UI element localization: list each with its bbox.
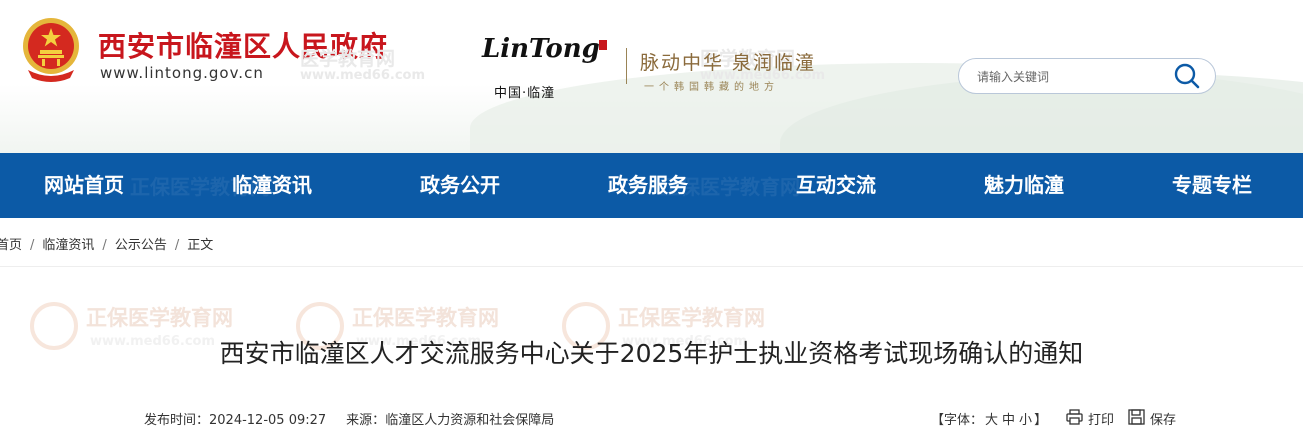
site-header: 西安市临潼区人民政府 www.lintong.gov.cn 医学教育网 www.…: [0, 0, 1303, 153]
breadcrumb-news[interactable]: 临潼资讯: [42, 238, 94, 253]
seal-icon: [599, 40, 607, 50]
watermark-name: 医学教育网: [394, 306, 499, 330]
search-input[interactable]: [975, 65, 1159, 89]
publish-time: 2024-12-05 09:27: [209, 413, 327, 428]
font-size-small[interactable]: 小: [1019, 413, 1032, 428]
search-icon[interactable]: [1173, 63, 1201, 89]
watermark-brand: 正保: [86, 306, 128, 330]
nav-item-gov-services[interactable]: 政务服务: [568, 153, 728, 218]
publish-time-label: 发布时间：: [144, 413, 210, 428]
print-label: 打印: [1088, 413, 1115, 428]
printer-icon: [1066, 409, 1083, 425]
breadcrumb-separator: /: [174, 238, 180, 253]
search-box: [958, 58, 1216, 94]
watermark-brand: 正保: [352, 306, 394, 330]
save-icon: [1128, 409, 1145, 425]
brand-divider: [626, 48, 627, 84]
font-size-medium[interactable]: 中: [1002, 413, 1015, 428]
breadcrumb-separator: /: [30, 238, 35, 253]
divider: [0, 266, 1303, 267]
slogan: 脉动中华 泉润临潼: [640, 52, 817, 74]
font-size-large[interactable]: 大: [985, 413, 998, 428]
source: 临潼区人力资源和社会保障局: [385, 413, 555, 428]
brand-subtitle: 中国·临潼: [494, 86, 556, 101]
breadcrumb: 首页 / 临潼资讯 / 公示公告 / 正文: [0, 234, 213, 253]
lintong-brand-logo: LinTong 中国·临潼: [478, 30, 618, 106]
font-size-controls: 【字体：大中小】: [931, 409, 1047, 428]
breadcrumb-home[interactable]: 首页: [0, 238, 22, 253]
nav-item-special-topics[interactable]: 专题专栏: [1132, 153, 1292, 218]
article-title: 西安市临潼区人才交流服务中心关于2025年护士执业资格考试现场确认的通知: [219, 339, 1084, 368]
watermark-text: 医学教育网: [300, 48, 396, 70]
main-nav: 正保医学教育网 正保医学教育网 网站首页 临潼资讯 政务公开 政务服务 互动交流…: [0, 153, 1303, 218]
article-meta: 发布时间：2024-12-05 09:27 来源：临潼区人力资源和社会保障局: [144, 409, 554, 428]
breadcrumb-current: 正文: [187, 238, 214, 253]
slogan-subtitle: 一个韩国韩藏的地方: [644, 82, 779, 93]
brand-name: LinTong: [482, 34, 600, 64]
nav-item-gov-affairs-public[interactable]: 政务公开: [380, 153, 540, 218]
watermark-url: www.med66.com: [300, 68, 426, 83]
save-label: 保存: [1150, 413, 1177, 428]
national-emblem-icon: [23, 18, 79, 82]
nav-item-home[interactable]: 网站首页: [4, 153, 164, 218]
breadcrumb-announcements[interactable]: 公示公告: [115, 238, 167, 253]
source-label: 来源：: [346, 413, 386, 428]
nav-item-interaction[interactable]: 互动交流: [756, 153, 916, 218]
nav-item-charm-lintong[interactable]: 魅力临潼: [944, 153, 1104, 218]
font-size-end: 】: [1034, 413, 1048, 428]
watermark-brand: 正保: [618, 306, 660, 330]
nav-item-news[interactable]: 临潼资讯: [192, 153, 352, 218]
watermark-name: 医学教育网: [660, 306, 765, 330]
watermark-name: 医学教育网: [128, 306, 233, 330]
site-url: www.lintong.gov.cn: [100, 64, 264, 82]
breadcrumb-separator: /: [102, 238, 107, 253]
font-size-label: 【字体：: [931, 413, 984, 428]
